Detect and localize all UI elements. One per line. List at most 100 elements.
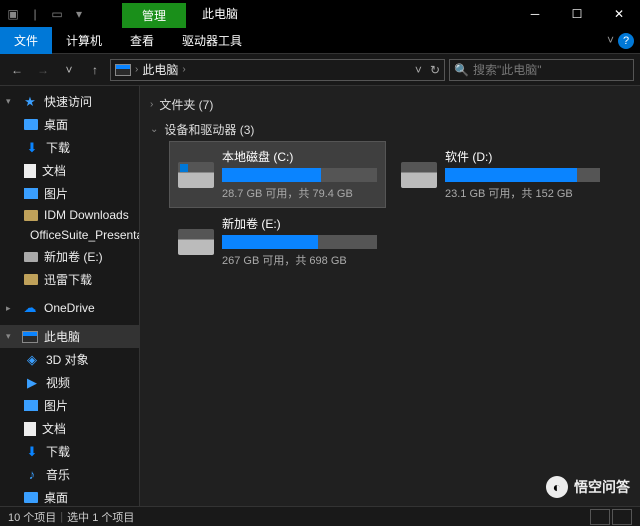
sidebar-item[interactable]: 桌面 [0, 486, 139, 506]
navigation-pane[interactable]: ▾ ★ 快速访问 桌面⬇下载文档图片IDM DownloadsOfficeSui… [0, 86, 140, 506]
drive-space-text: 267 GB 可用，共 698 GB [222, 252, 377, 268]
drive-item[interactable]: 软件 (D:) 23.1 GB 可用，共 152 GB [393, 142, 608, 207]
refresh-icon[interactable]: ↻ [430, 63, 440, 77]
ribbon-tab-view[interactable]: 查看 [116, 27, 168, 54]
folder-icon: ▣ [4, 5, 22, 23]
sidebar-item-label: 音乐 [46, 466, 70, 483]
drive-name: 本地磁盘 (C:) [222, 148, 377, 165]
history-dropdown-icon[interactable]: ˅ [58, 59, 80, 81]
sidebar-item-label: 桌面 [44, 489, 68, 506]
sidebar-item-label: IDM Downloads [44, 208, 129, 222]
large-icons-view-button[interactable] [612, 509, 632, 525]
star-icon: ★ [22, 94, 38, 110]
back-button[interactable]: ← [6, 59, 28, 81]
doc-icon [24, 422, 36, 436]
status-bar: 10 个项目 | 选中 1 个项目 [0, 506, 640, 526]
group-header-drives[interactable]: ⌄ 设备和驱动器 (3) [150, 117, 630, 142]
sidebar-item[interactable]: 文档 [0, 159, 139, 182]
sidebar-item[interactable]: 新加卷 (E:) [0, 245, 139, 268]
sidebar-item[interactable]: 迅雷下载 [0, 268, 139, 291]
sidebar-this-pc[interactable]: ▾ 此电脑 [0, 325, 139, 348]
minimize-button[interactable]: ─ [514, 0, 556, 28]
sidebar-item-label: OfficeSuite_Presentations [30, 228, 140, 242]
sidebar-item[interactable]: 图片 [0, 182, 139, 205]
quick-access-toolbar: ▣ | ▭ ▾ [0, 5, 92, 23]
folder-icon [24, 492, 38, 503]
chevron-right-icon[interactable]: › [135, 64, 138, 75]
ribbon-tab-drive-tools[interactable]: 驱动器工具 [168, 27, 256, 54]
divider-icon: | [26, 5, 44, 23]
drive-item[interactable]: 本地磁盘 (C:) 28.7 GB 可用，共 79.4 GB [170, 142, 385, 207]
drive-space-text: 28.7 GB 可用，共 79.4 GB [222, 185, 377, 201]
sidebar-item[interactable]: ⬇下载 [0, 440, 139, 463]
sidebar-item-label: 桌面 [44, 116, 68, 133]
up-button[interactable]: ↑ [84, 59, 106, 81]
search-input[interactable] [473, 63, 629, 77]
drive-item[interactable]: 新加卷 (E:) 267 GB 可用，共 698 GB [170, 209, 385, 274]
forward-button[interactable]: → [32, 59, 54, 81]
close-button[interactable]: ✕ [598, 0, 640, 28]
sidebar-item[interactable]: ▶视频 [0, 371, 139, 394]
drive-usage-bar [445, 168, 600, 182]
folder-icon [24, 274, 38, 285]
sidebar-item-label: 3D 对象 [46, 351, 89, 368]
address-bar[interactable]: › 此电脑 › ˅ ↻ [110, 59, 445, 81]
drive-name: 软件 (D:) [445, 148, 600, 165]
sidebar-item[interactable]: 桌面 [0, 113, 139, 136]
qat-dropdown-icon[interactable]: ▾ [70, 5, 88, 23]
doc-icon [24, 164, 36, 178]
chevron-right-icon[interactable]: › [150, 99, 153, 110]
breadcrumb[interactable]: 此电脑 [142, 61, 178, 78]
drive-space-text: 23.1 GB 可用，共 152 GB [445, 185, 600, 201]
sidebar-item[interactable]: 图片 [0, 394, 139, 417]
folder-icon [24, 119, 38, 130]
search-box[interactable]: 🔍 [449, 59, 634, 81]
chevron-down-icon[interactable]: ⌄ [150, 124, 158, 135]
sidebar-item[interactable]: ⬇下载 [0, 136, 139, 159]
sidebar-item-label: 迅雷下载 [44, 271, 92, 288]
address-dropdown-icon[interactable]: ˅ [415, 63, 422, 77]
sidebar-item-label: 下载 [46, 443, 70, 460]
sidebar-onedrive[interactable]: ▸ ☁ OneDrive [0, 297, 139, 319]
title-tab-group: 管理 此电脑 [122, 0, 254, 28]
drive-usage-bar [222, 168, 377, 182]
sidebar-item[interactable]: 文档 [0, 417, 139, 440]
properties-icon[interactable]: ▭ [48, 5, 66, 23]
ribbon-tabs: 文件 计算机 查看 驱动器工具 ˅ ? [0, 28, 640, 54]
chevron-right-icon[interactable]: ▸ [6, 303, 16, 314]
window-controls: ─ ☐ ✕ [514, 0, 640, 28]
drive-usage-bar [222, 235, 377, 249]
search-icon: 🔍 [454, 63, 469, 77]
sidebar-item-label: 图片 [44, 185, 68, 202]
sidebar-item[interactable]: IDM Downloads [0, 205, 139, 225]
watermark-text: 悟空问答 [574, 477, 630, 497]
onedrive-icon: ☁ [22, 300, 38, 316]
this-pc-icon [22, 331, 38, 343]
chevron-down-icon[interactable]: ▾ [6, 96, 16, 107]
navigation-bar: ← → ˅ ↑ › 此电脑 › ˅ ↻ 🔍 [0, 54, 640, 86]
ribbon-tab-file[interactable]: 文件 [0, 27, 52, 54]
watermark-logo-icon: ◐ [546, 476, 568, 498]
details-view-button[interactable] [590, 509, 610, 525]
sidebar-item-label: OneDrive [44, 301, 95, 315]
this-pc-icon [115, 64, 131, 76]
window-title: 此电脑 [186, 0, 254, 28]
sidebar-item[interactable]: ◈3D 对象 [0, 348, 139, 371]
drive-icon [24, 252, 38, 262]
ribbon-collapse-icon[interactable]: ˅ [607, 33, 614, 49]
sidebar-item-label: 此电脑 [44, 328, 80, 345]
divider: | [60, 511, 63, 523]
note-icon: ♪ [24, 467, 40, 483]
sidebar-quick-access[interactable]: ▾ ★ 快速访问 [0, 90, 139, 113]
sidebar-item[interactable]: ♪ 音乐 [0, 463, 139, 486]
content-pane[interactable]: › 文件夹 (7) ⌄ 设备和驱动器 (3) 本地磁盘 (C:) 28.7 GB … [140, 86, 640, 506]
chevron-down-icon[interactable]: ▾ [6, 331, 16, 342]
drive-icon [178, 162, 214, 188]
sidebar-item[interactable]: OfficeSuite_Presentations [0, 225, 139, 245]
help-icon[interactable]: ? [618, 33, 634, 49]
ribbon-tab-computer[interactable]: 计算机 [52, 27, 116, 54]
maximize-button[interactable]: ☐ [556, 0, 598, 28]
group-header-folders[interactable]: › 文件夹 (7) [150, 92, 630, 117]
drive-name: 新加卷 (E:) [222, 215, 377, 232]
chevron-right-icon[interactable]: › [182, 64, 185, 75]
